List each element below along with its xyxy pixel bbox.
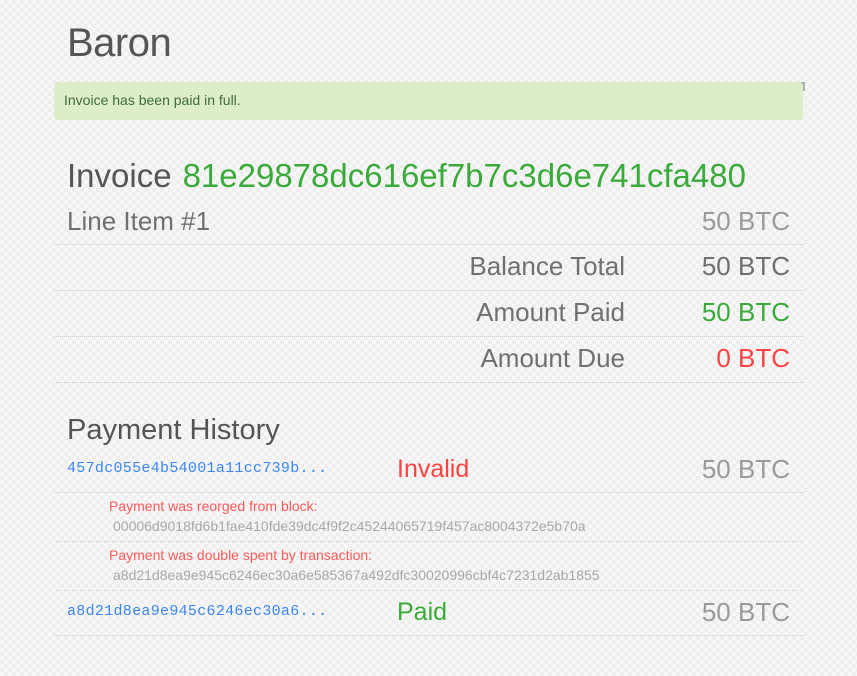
payment-amount: 50 BTC [701, 454, 790, 484]
payment-error-message: Payment was double spent by transaction: [109, 547, 373, 563]
payment-error-message: Payment was reorged from block: [109, 498, 318, 514]
payment-row: 457dc055e4b54001a11cc739b... Invalid 50 … [54, 448, 803, 493]
balance-total-amount: 50 BTC [701, 251, 790, 281]
line-item-amount: 50 BTC [701, 206, 790, 236]
amount-paid-label: Amount Paid [476, 297, 625, 327]
payment-row: a8d21d8ea9e945c6246ec30a6... Paid 50 BTC [54, 591, 803, 636]
payment-error-hash: 00006d9018fd6b1fae410fde39dc4f9f2c452440… [113, 518, 586, 534]
payment-history-title: Payment History [67, 414, 280, 446]
amount-due-row: Amount Due 0 BTC [54, 337, 803, 383]
line-item-row: Line Item #1 50 BTC [54, 201, 803, 245]
amount-paid-row: Amount Paid 50 BTC [54, 291, 803, 337]
alert-success: Invoice has been paid in full. [54, 82, 803, 120]
alert-message: Invoice has been paid in full. [64, 92, 241, 108]
payment-error-reorg: Payment was reorged from block: 00006d90… [54, 493, 803, 542]
line-item-label: Line Item #1 [67, 206, 211, 236]
invoice-page: Baron Invoice has been paid in full. Inv… [0, 0, 857, 676]
amount-due-label: Amount Due [480, 343, 625, 373]
totals-section: Balance Total 50 BTC Amount Paid 50 BTC … [54, 245, 803, 383]
payment-error-hash: a8d21d8ea9e945c6246ec30a6e585367a492dfc3… [113, 567, 600, 583]
alert-container: Invoice has been paid in full. [54, 82, 805, 120]
payment-amount: 50 BTC [701, 597, 790, 627]
brand-title: Baron [67, 21, 172, 65]
payment-status-badge: Paid [397, 598, 448, 626]
balance-total-label: Balance Total [469, 251, 625, 281]
payment-txid-link[interactable]: a8d21d8ea9e945c6246ec30a6... [67, 602, 397, 622]
amount-paid-amount: 50 BTC [701, 297, 790, 327]
invoice-heading: Invoice 81e29878dc616ef7b7c3d6e741cfa480 [54, 156, 803, 196]
payment-error-doublespend: Payment was double spent by transaction:… [54, 542, 803, 591]
payment-txid-link[interactable]: 457dc055e4b54001a11cc739b... [67, 459, 397, 479]
amount-due-amount: 0 BTC [716, 343, 790, 373]
payment-status-badge: Invalid [397, 455, 470, 483]
invoice-label: Invoice [67, 157, 172, 194]
balance-total-row: Balance Total 50 BTC [54, 245, 803, 291]
invoice-id: 81e29878dc616ef7b7c3d6e741cfa480 [182, 157, 746, 194]
